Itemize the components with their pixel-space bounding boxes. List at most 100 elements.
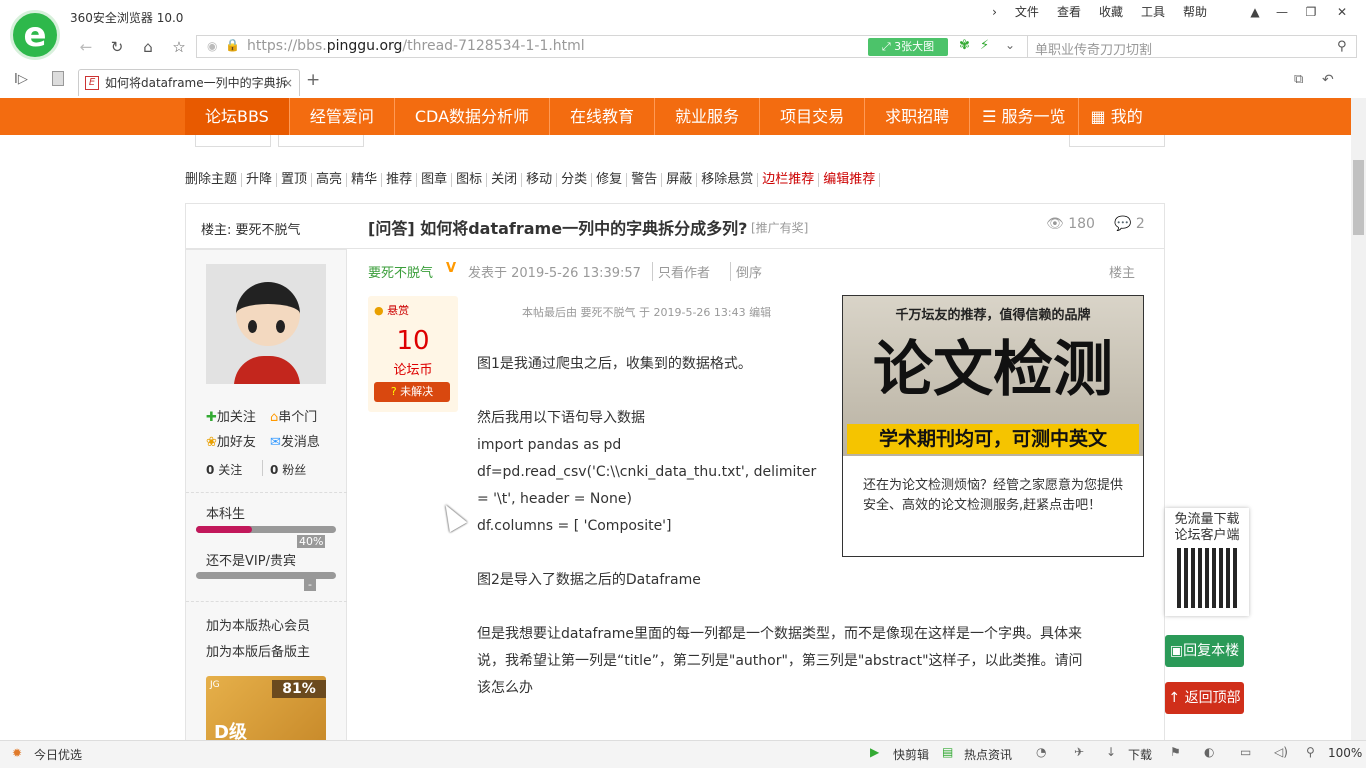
favorite-star-button[interactable]: ☆: [167, 36, 191, 58]
ad-banner[interactable]: 千万坛友的推荐，值得信赖的品牌 论文检测 学术期刊均可，可测中英文 还在为论文检…: [842, 295, 1144, 557]
add-friend-link[interactable]: ❀加好友: [206, 431, 256, 450]
mod-digest[interactable]: 精华: [351, 173, 383, 187]
mod-warn[interactable]: 警告: [631, 173, 663, 187]
lightning-icon[interactable]: ⚡: [980, 38, 989, 53]
ad-image[interactable]: 千万坛友的推荐，值得信赖的品牌 论文检测 学术期刊均可，可测中英文: [843, 296, 1143, 456]
nav-bbs[interactable]: 论坛BBS: [185, 98, 290, 135]
refresh-button[interactable]: ↻: [105, 36, 129, 58]
thread-tag[interactable]: [推广有奖]: [751, 219, 808, 236]
tab-active[interactable]: E 如何将dataframe一列中的字典拆 ×: [78, 69, 300, 96]
big-image-button[interactable]: ⤢ 3张大图: [868, 38, 948, 56]
scrollbar-thumb[interactable]: [1353, 160, 1364, 235]
new-tab-button[interactable]: +: [306, 70, 320, 90]
menu-favorites[interactable]: 收藏: [1090, 3, 1132, 21]
menu-tools[interactable]: 工具: [1132, 3, 1174, 21]
window-icon[interactable]: ▭: [1240, 745, 1251, 759]
flag-icon[interactable]: ⚑: [1170, 745, 1181, 759]
reply-floor-button[interactable]: ▣回复本楼: [1165, 635, 1244, 667]
gift-icon[interactable]: ✹: [12, 746, 22, 760]
reverse-order-link[interactable]: 倒序: [730, 262, 762, 281]
search-box[interactable]: 单职业传奇刀刀切割 ⚲: [1027, 35, 1357, 58]
app-download-text: 免流量下载论坛客户端: [1174, 512, 1240, 543]
url-text[interactable]: https://bbs.pinggu.org/thread-7128534-1-…: [247, 38, 585, 54]
avatar[interactable]: [206, 264, 326, 384]
nav-services[interactable]: ☰ 服务一览: [970, 98, 1079, 135]
clip-icon[interactable]: ▶: [870, 745, 879, 759]
volume-icon[interactable]: ◁): [1274, 745, 1288, 759]
quick-clip[interactable]: 快剪辑: [893, 746, 929, 763]
author-link[interactable]: 要死不脱气: [368, 262, 433, 281]
visit-link[interactable]: ⌂串个门: [270, 406, 317, 425]
fans-stat[interactable]: 0 粉丝: [270, 461, 306, 478]
zoom-level[interactable]: 100%: [1328, 746, 1362, 760]
sidebar-toggle-icon[interactable]: I▷: [14, 72, 28, 87]
chevron-right-icon[interactable]: ›: [983, 3, 1006, 21]
message-link[interactable]: ✉发消息: [270, 431, 320, 450]
mod-stamp[interactable]: 图章: [421, 173, 453, 187]
nav-employment[interactable]: 就业服务: [655, 98, 761, 135]
menu-help[interactable]: 帮助: [1174, 3, 1216, 21]
news-icon[interactable]: ▤: [942, 745, 953, 759]
nav-jobs[interactable]: 求职招聘: [865, 98, 971, 135]
pin-icon[interactable]: ✈: [1074, 745, 1084, 759]
mod-remove-reward[interactable]: 移除悬赏: [701, 173, 759, 187]
nav-projects[interactable]: 项目交易: [760, 98, 866, 135]
hot-member-link[interactable]: 加为本版热心会员: [206, 615, 310, 634]
post-line-10: 该怎么办: [477, 680, 533, 696]
site-nav-bar: 论坛BBS 经管爱问 CDA数据分析师 在线教育 就业服务 项目交易 求职招聘 …: [0, 98, 1351, 135]
scrollbar[interactable]: [1351, 98, 1366, 740]
download-label[interactable]: 下载: [1128, 746, 1152, 763]
mod-highlight[interactable]: 高亮: [316, 173, 348, 187]
grade-badge[interactable]: JG 81% D级: [206, 676, 326, 740]
undo-close-icon[interactable]: ↶: [1322, 72, 1334, 88]
page-icon[interactable]: [52, 71, 64, 86]
search-input[interactable]: 单职业传奇刀刀切割: [1035, 39, 1152, 58]
mod-delete[interactable]: 删除主题: [185, 173, 243, 187]
mod-bump[interactable]: 升降: [246, 173, 278, 187]
browser-icon[interactable]: ◐: [1204, 745, 1214, 759]
tab-close-icon[interactable]: ×: [283, 70, 293, 96]
minimize-button[interactable]: —: [1271, 4, 1293, 20]
only-author-link[interactable]: 只看作者: [652, 262, 710, 281]
mod-category[interactable]: 分类: [561, 173, 593, 187]
reply-button-partial[interactable]: [278, 135, 364, 147]
shirt-icon[interactable]: ▲: [1244, 4, 1266, 20]
mod-close[interactable]: 关闭: [491, 173, 523, 187]
ad-description[interactable]: 还在为论文检测烦恼？经管之家愿意为您提供安全、高效的论文检测服务,赶紧点击吧！: [863, 476, 1125, 516]
mod-sticky[interactable]: 置顶: [281, 173, 313, 187]
backup-mod-link[interactable]: 加为本版后备版主: [206, 641, 310, 660]
chevron-down-icon[interactable]: ⌄: [1005, 38, 1015, 52]
following-stat[interactable]: 0 关注: [206, 461, 242, 478]
back-button[interactable]: ←: [74, 36, 98, 58]
post-button-partial[interactable]: [195, 135, 271, 147]
close-button[interactable]: ✕: [1331, 4, 1353, 20]
mod-edit-recommend[interactable]: 编辑推荐: [823, 173, 881, 187]
back-list-button-partial[interactable]: [1069, 135, 1165, 147]
search-icon[interactable]: ⚲: [1337, 39, 1347, 54]
nav-cda[interactable]: CDA数据分析师: [395, 98, 551, 135]
today-picks[interactable]: 今日优选: [34, 746, 82, 763]
menu-file[interactable]: 文件: [1006, 3, 1048, 21]
mod-icon[interactable]: 图标: [456, 173, 488, 187]
tab-list-icon[interactable]: ⧉: [1294, 72, 1303, 87]
mod-recommend[interactable]: 推荐: [386, 173, 418, 187]
nav-mine[interactable]: ▦ 我的: [1079, 98, 1155, 135]
mod-block[interactable]: 屏蔽: [666, 173, 698, 187]
address-bar[interactable]: ◉ 🔒 https://bbs.pinggu.org/thread-712853…: [196, 35, 1028, 58]
app-download-box[interactable]: 免流量下载论坛客户端: [1165, 508, 1249, 616]
nav-education[interactable]: 在线教育: [550, 98, 656, 135]
restore-button[interactable]: ❐: [1300, 4, 1322, 20]
accelerate-icon[interactable]: ◔: [1036, 745, 1046, 759]
download-icon[interactable]: ↓: [1106, 745, 1116, 759]
menu-view[interactable]: 查看: [1048, 3, 1090, 21]
mod-move[interactable]: 移动: [526, 173, 558, 187]
zoom-icon[interactable]: ⚲: [1306, 745, 1315, 759]
mod-repair[interactable]: 修复: [596, 173, 628, 187]
nav-ask[interactable]: 经管爱问: [290, 98, 395, 135]
mod-sidebar-recommend[interactable]: 边栏推荐: [762, 173, 820, 187]
hot-news[interactable]: 热点资讯: [964, 746, 1012, 763]
speed-icon[interactable]: ✾: [959, 38, 970, 53]
home-button[interactable]: ⌂: [136, 36, 160, 58]
back-to-top-button[interactable]: ↑ 返回顶部: [1165, 682, 1244, 714]
follow-link[interactable]: ✚加关注: [206, 406, 256, 425]
